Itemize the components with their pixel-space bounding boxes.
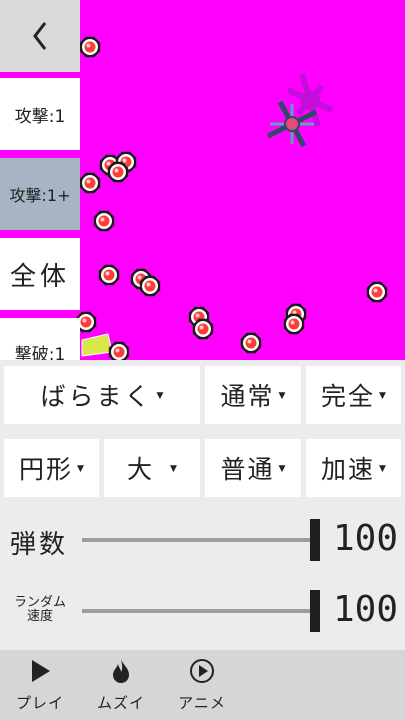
shape-dropdown[interactable]: 円形 ▼ — [4, 439, 99, 497]
pattern-value: ばらまく — [40, 382, 153, 411]
caret-down-icon: ▼ — [379, 464, 386, 474]
bullet-count-slider-thumb[interactable] — [310, 519, 320, 561]
bullet-count-track[interactable] — [82, 538, 320, 542]
mode-dropdown[interactable]: 通常 ▼ — [205, 366, 301, 424]
random-speed-label: ランダム 速度 — [8, 596, 72, 624]
tab-anime[interactable]: アニメ — [162, 650, 242, 720]
random-speed-value: 100 — [333, 589, 399, 630]
tab-bar: プレイ ムズイ アニメ — [0, 650, 405, 720]
tab-hard-label: ムズイ — [96, 694, 145, 712]
random-speed-slider-thumb[interactable] — [310, 590, 320, 632]
bullet — [79, 36, 101, 58]
attack-1-button[interactable]: 攻撃:1 — [0, 78, 80, 150]
caret-down-icon: ▼ — [77, 464, 84, 474]
bullet-count-value: 100 — [333, 518, 399, 559]
speed-value: 普通 — [220, 455, 275, 484]
random-speed-track[interactable] — [82, 609, 320, 613]
shape-value: 円形 — [19, 455, 74, 484]
back-button[interactable] — [0, 0, 80, 72]
caret-down-icon: ▼ — [278, 464, 286, 474]
bullet — [98, 264, 120, 286]
sidebar: 攻撃:1 攻撃:1+ 全体 撃破:1 — [0, 0, 82, 360]
pattern-dropdown[interactable]: ばらまく ▼ — [4, 366, 200, 424]
bullet — [107, 161, 129, 183]
bullet — [79, 172, 101, 194]
all-button[interactable]: 全体 — [0, 238, 80, 310]
tab-anime-label: アニメ — [178, 694, 226, 712]
caret-down-icon: ▼ — [170, 464, 177, 474]
completion-dropdown[interactable]: 完全 ▼ — [306, 366, 401, 424]
mode-value: 通常 — [220, 382, 275, 411]
random-speed-label-line2: 速度 — [26, 609, 53, 624]
attack-1-plus-button[interactable]: 攻撃:1+ — [0, 158, 80, 230]
bullet — [283, 313, 305, 335]
play-circle-icon — [162, 658, 242, 684]
play-icon — [0, 658, 80, 684]
tab-hard[interactable]: ムズイ — [81, 650, 161, 720]
accel-dropdown[interactable]: 加速 ▼ — [306, 439, 401, 497]
chevron-left-icon — [33, 22, 47, 50]
size-value: 大 — [127, 455, 153, 484]
caret-down-icon: ▼ — [156, 391, 164, 401]
control-panel: ばらまく ▼ 通常 ▼ 完全 ▼ 円形 ▼ 大 ▼ 普通 ▼ 加速 ▼ 弾数 1… — [0, 360, 405, 650]
bullet — [93, 210, 115, 232]
caret-down-icon: ▼ — [278, 391, 286, 401]
tab-play-label: プレイ — [15, 694, 64, 712]
bullet — [240, 332, 262, 354]
speed-dropdown[interactable]: 普通 ▼ — [205, 439, 301, 497]
bullet — [139, 275, 161, 297]
bullet — [366, 281, 388, 303]
tab-play[interactable]: プレイ — [0, 650, 80, 720]
flame-icon — [81, 658, 161, 684]
random-speed-label-line1: ランダム — [13, 595, 66, 610]
caret-down-icon: ▼ — [379, 391, 386, 401]
size-dropdown[interactable]: 大 ▼ — [104, 439, 200, 497]
completion-value: 完全 — [321, 382, 376, 411]
kill-count-button[interactable]: 撃破:1 — [0, 318, 80, 360]
accel-value: 加速 — [321, 455, 376, 484]
bullet-count-label: 弾数 — [10, 530, 69, 560]
bullet — [192, 318, 214, 340]
